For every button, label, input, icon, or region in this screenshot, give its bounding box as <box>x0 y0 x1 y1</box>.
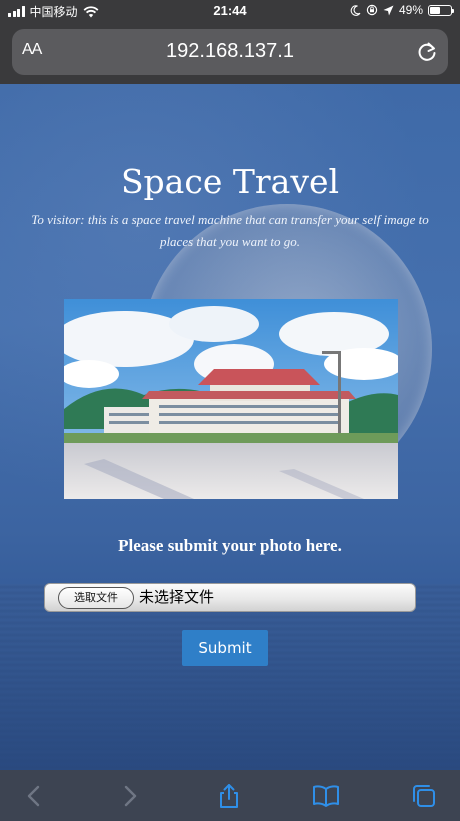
page-title: Space Travel <box>120 162 340 201</box>
file-input[interactable]: 选取文件 未选择文件 <box>44 583 416 612</box>
bookmarks-icon[interactable] <box>312 782 340 810</box>
forward-icon[interactable] <box>116 782 144 810</box>
intro-text: To visitor: this is a space travel machi… <box>31 212 429 249</box>
file-status-text: 未选择文件 <box>139 588 215 606</box>
submit-button[interactable]: Submit <box>182 630 268 666</box>
status-bar: 中国移动 21:44 49% <box>0 0 460 22</box>
battery-fill <box>430 6 440 14</box>
battery-icon <box>428 4 454 16</box>
rotation-lock-icon <box>366 4 378 16</box>
destination-photo <box>64 299 398 499</box>
share-icon[interactable] <box>215 782 243 810</box>
tabs-icon[interactable] <box>410 782 438 810</box>
submit-prompt: Please submit your photo here. <box>118 536 342 555</box>
battery-percent: 49% <box>398 3 423 17</box>
browser-bottom-toolbar <box>0 770 460 821</box>
moon-icon <box>350 4 361 16</box>
location-icon <box>383 5 394 15</box>
choose-file-button[interactable]: 选取文件 <box>58 587 134 609</box>
address-bar[interactable]: AA 192.168.137.1 <box>12 29 448 75</box>
back-icon[interactable] <box>20 782 48 810</box>
browser-top-toolbar: AA 192.168.137.1 <box>0 22 460 84</box>
status-right: 49% <box>350 3 454 17</box>
reload-icon[interactable] <box>414 39 440 65</box>
web-content: Space Travel To visitor: this is a space… <box>0 84 460 770</box>
url-text[interactable]: 192.168.137.1 <box>12 40 448 63</box>
